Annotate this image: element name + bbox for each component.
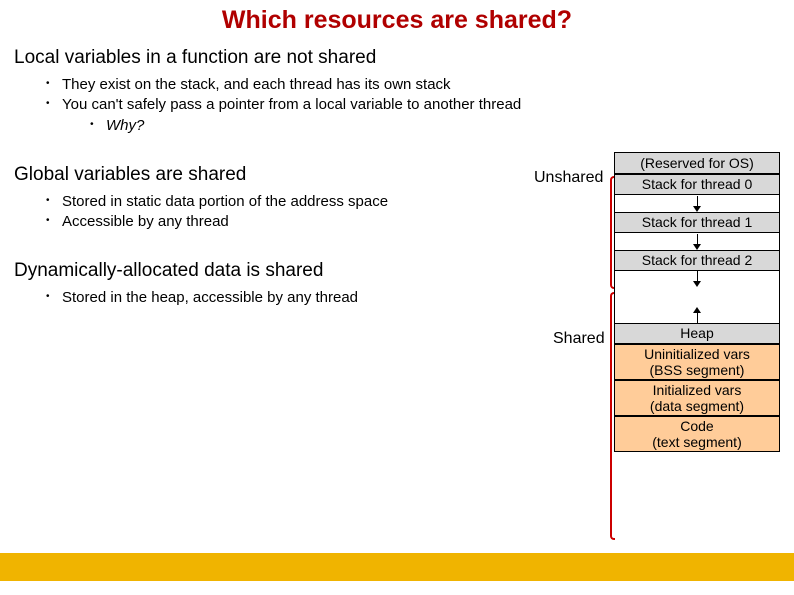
memory-diagram: (Reserved for OS) Stack for thread 0 Sta… <box>614 152 780 452</box>
mem-data: Initialized vars (data segment) <box>614 380 780 416</box>
slide-title: Which resources are shared? <box>0 0 794 43</box>
footer-stripe <box>0 553 794 581</box>
mem-gap <box>614 233 780 250</box>
sub-bullet-list: Why? <box>62 116 780 136</box>
arrow-down-icon <box>693 271 701 287</box>
mem-os: (Reserved for OS) <box>614 152 780 174</box>
mem-stack-1: Stack for thread 1 <box>614 212 780 233</box>
mem-stack-2: Stack for thread 2 <box>614 250 780 271</box>
mem-code: Code (text segment) <box>614 416 780 452</box>
mem-heap: Heap <box>614 323 780 344</box>
mem-bss: Uninitialized vars (BSS segment) <box>614 344 780 380</box>
mem-gap <box>614 271 780 297</box>
bullet-text: You can't safely pass a pointer from a l… <box>62 96 521 113</box>
mem-gap <box>614 195 780 212</box>
label-unshared: Unshared <box>534 169 603 187</box>
arrow-down-icon <box>693 196 701 212</box>
bullet-item: You can't safely pass a pointer from a l… <box>46 95 780 136</box>
label-shared: Shared <box>553 330 605 348</box>
bullet-list: They exist on the stack, and each thread… <box>14 75 780 136</box>
arrow-up-icon <box>693 307 701 323</box>
bullet-item: They exist on the stack, and each thread… <box>46 75 780 95</box>
sub-bullet-item: Why? <box>90 116 780 136</box>
mem-stack-0: Stack for thread 0 <box>614 174 780 195</box>
section-local-heading: Local variables in a function are not sh… <box>14 47 780 69</box>
arrow-down-icon <box>693 234 701 250</box>
mem-gap <box>614 297 780 323</box>
